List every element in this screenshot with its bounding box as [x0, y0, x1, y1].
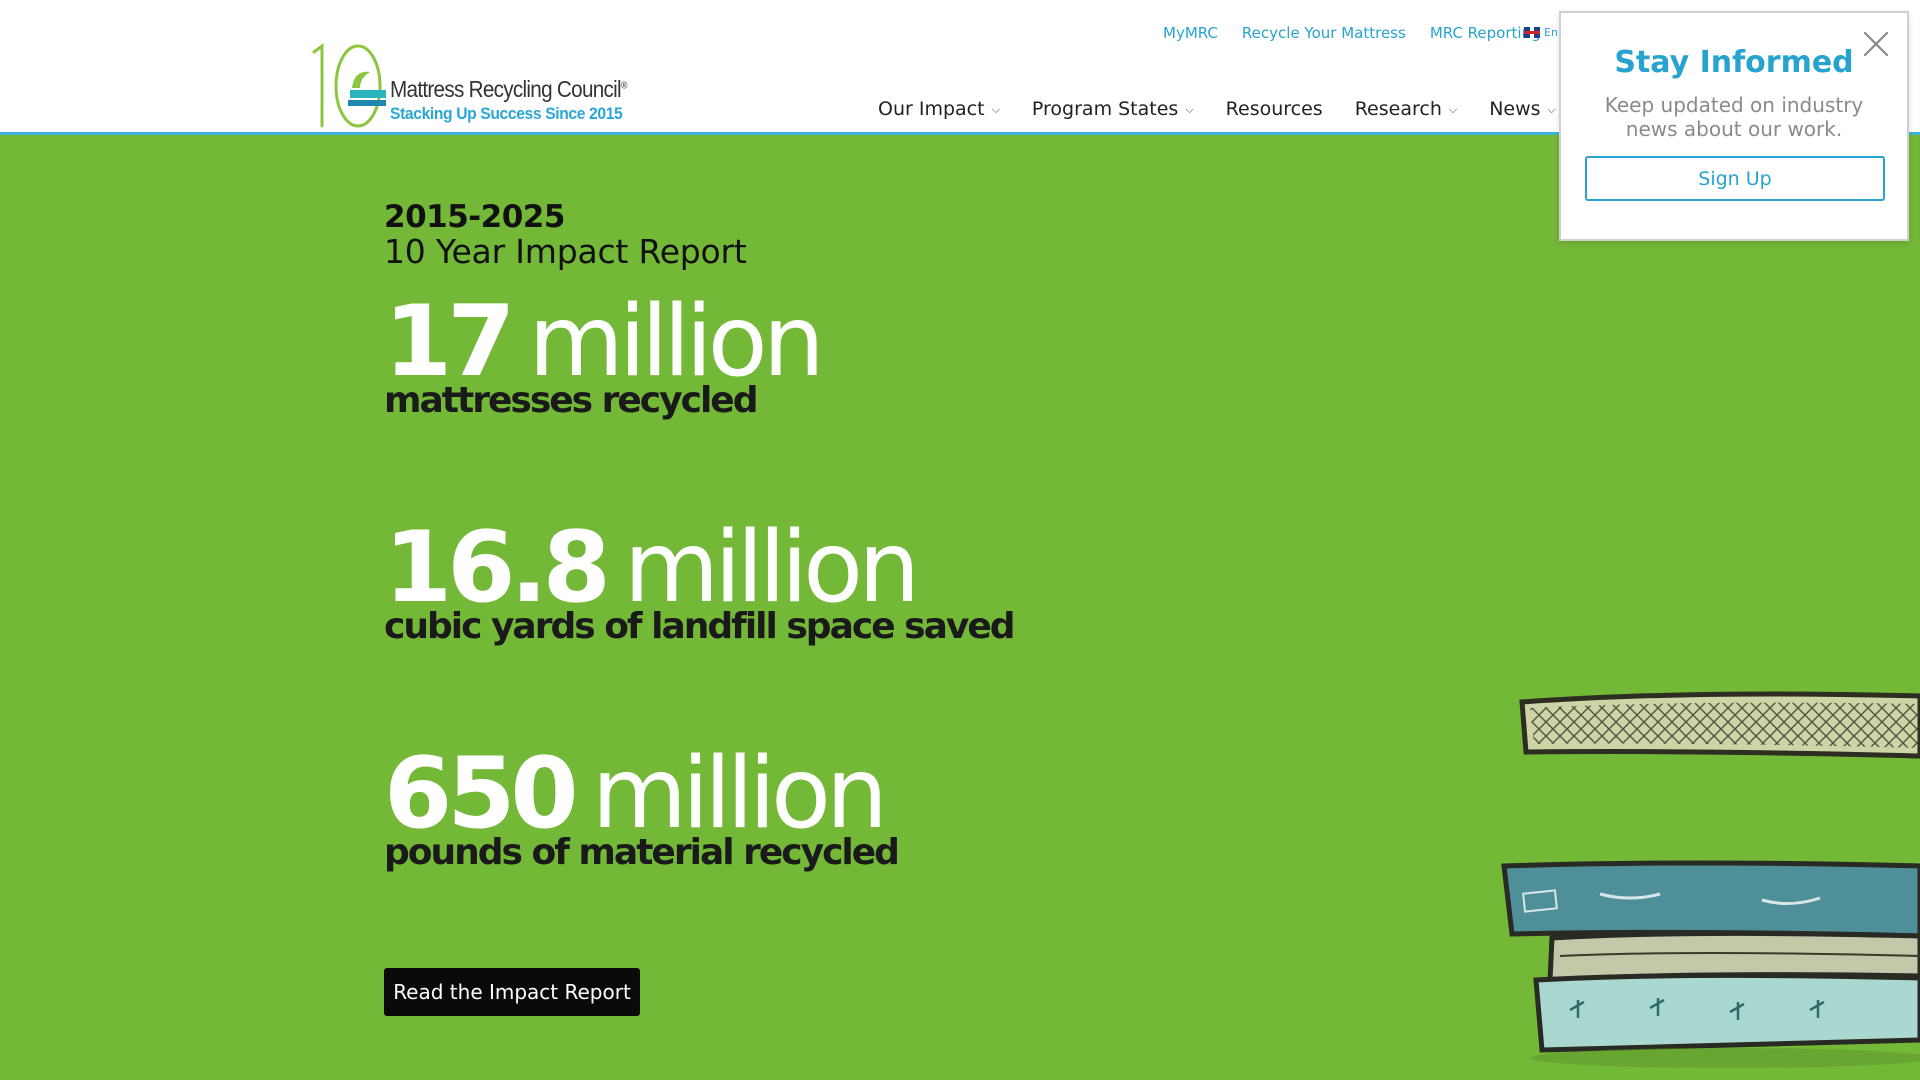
- sign-up-button[interactable]: Sign Up: [1585, 156, 1885, 201]
- mattress-stack-illustration: [1501, 691, 1920, 1068]
- util-link-mymrc[interactable]: MyMRC: [1163, 24, 1218, 42]
- nav-research[interactable]: Research ⌵: [1355, 98, 1458, 120]
- popup-title: Stay Informed: [1614, 45, 1854, 80]
- nav-label: Research: [1354, 98, 1442, 120]
- main-nav: Our Impact ⌵ Program States ⌵ Resources …: [878, 98, 1613, 120]
- nav-label: News: [1489, 98, 1541, 120]
- chevron-down-icon: ⌵: [1185, 103, 1194, 116]
- uk-flag-icon: [1524, 27, 1540, 38]
- stat-label: mattresses recycled: [384, 380, 758, 421]
- util-link-recycle-your-mattress[interactable]: Recycle Your Mattress: [1242, 24, 1406, 42]
- stat-label: pounds of material recycled: [384, 832, 900, 873]
- chevron-down-icon: ⌵: [991, 103, 1000, 116]
- language-label: En: [1544, 26, 1558, 39]
- nav-program-states[interactable]: Program States ⌵: [1032, 98, 1194, 120]
- report-title: 10 Year Impact Report: [384, 232, 747, 271]
- nav-label: Our Impact: [878, 98, 985, 120]
- nav-label: Program States: [1031, 98, 1179, 120]
- logo-name: Mattress Recycling Council: [390, 76, 622, 102]
- nav-our-impact[interactable]: Our Impact ⌵: [878, 98, 1000, 120]
- chevron-down-icon: ⌵: [1448, 103, 1458, 116]
- read-impact-report-button[interactable]: Read the Impact Report: [384, 968, 640, 1016]
- registered-mark: ®: [620, 80, 628, 92]
- nav-news[interactable]: News ⌵: [1489, 98, 1556, 120]
- ten-year-logo-icon: [312, 43, 386, 128]
- language-selector[interactable]: En: [1524, 26, 1558, 39]
- newsletter-popup: Stay Informed Keep updated on industry n…: [1559, 11, 1909, 241]
- stat-landfill: 16.8 million cubic yards of landfill spac…: [384, 518, 1016, 647]
- utility-nav: MyMRC Recycle Your Mattress MRC Reportin…: [1163, 24, 1541, 42]
- nav-resources[interactable]: Resources: [1226, 98, 1323, 120]
- stat-mattresses: 17 million mattresses recycled: [384, 292, 825, 421]
- popup-text: Keep updated on industry news about our …: [1604, 93, 1864, 141]
- hero-heading: 2015-2025 10 Year Impact Report: [384, 200, 747, 270]
- chevron-down-icon: ⌵: [1547, 103, 1556, 116]
- nav-label: Resources: [1225, 98, 1323, 120]
- site-logo[interactable]: Mattress Recycling Council® Stacking Up …: [308, 42, 628, 130]
- stat-pounds: 650 million pounds of material recycled: [384, 744, 900, 873]
- logo-tagline: Stacking Up Success Since 2015: [390, 104, 623, 123]
- report-years: 2015-2025: [384, 199, 565, 235]
- stat-label: cubic yards of landfill space saved: [384, 606, 1016, 647]
